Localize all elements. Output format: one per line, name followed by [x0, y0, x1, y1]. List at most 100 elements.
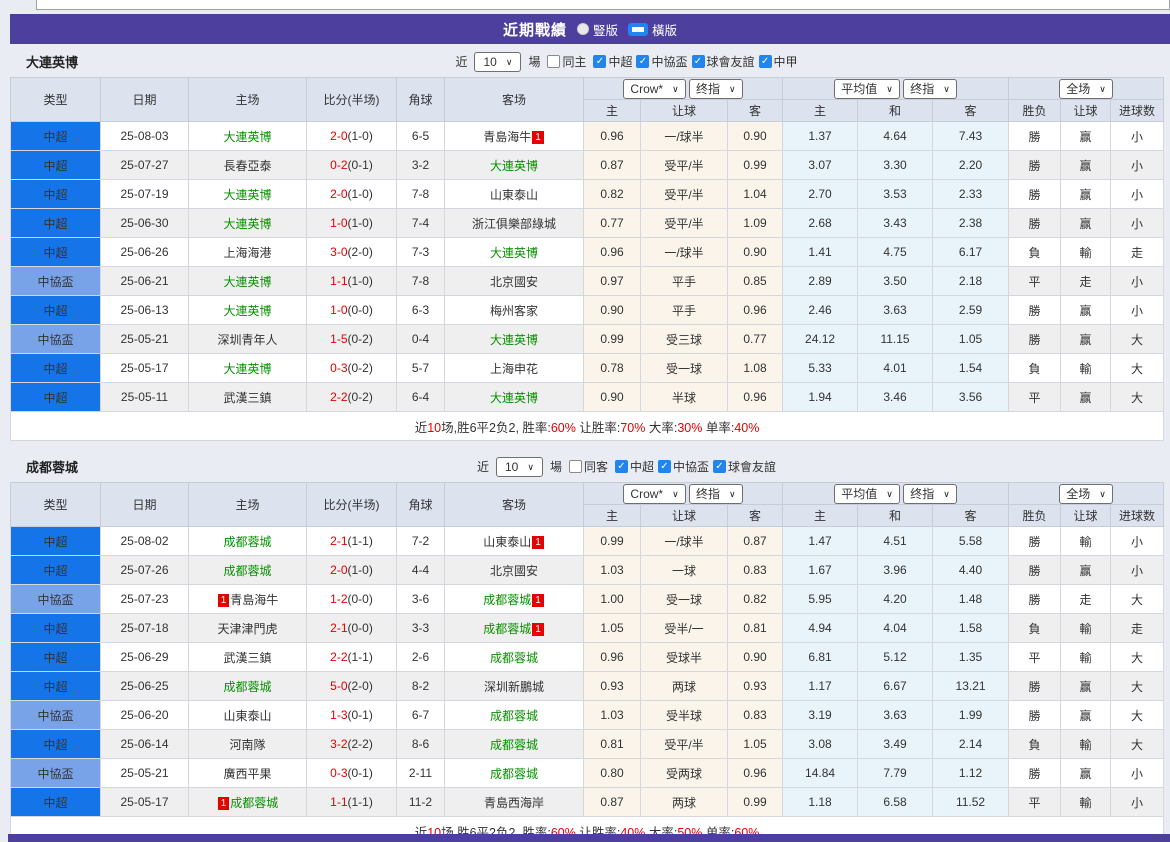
league-cell: 中協盃	[10, 700, 101, 730]
rounds-value: 10	[504, 459, 519, 474]
league-checkbox[interactable]: 中超	[593, 53, 632, 70]
handicap-stage-select[interactable]: 终指 ∨	[689, 483, 743, 504]
europe-stage-select[interactable]: 终指 ∨	[903, 78, 957, 99]
rounds-select[interactable]: 10 ∨	[495, 456, 543, 477]
league-checkbox[interactable]: 中超	[614, 458, 654, 475]
corner-cell: 2-11	[396, 758, 445, 788]
result-goals: 走	[1110, 613, 1165, 643]
score-cell: 3-2(2-2)	[306, 729, 397, 759]
filters: 近 10 ∨ 場 同主 中超 中協盃 球會友誼 中甲	[230, 51, 1023, 72]
col-home: 主场	[188, 482, 307, 527]
league-checkbox[interactable]: 中協盃	[657, 458, 709, 475]
handicap-home-odds: 0.87	[583, 787, 641, 817]
corner-cell: 7-2	[396, 526, 445, 556]
col-handicap-line: 让球	[640, 99, 728, 122]
match-row: 中超 25-06-29 武漢三鎮 2-2(1-1) 2-6 成都蓉城 0.96 …	[10, 642, 1165, 672]
europe-company-select[interactable]: 平均值 ∨	[834, 483, 900, 504]
result-goals: 大	[1110, 700, 1165, 730]
league-cell: 中超	[10, 729, 101, 759]
handicap-home-odds: 0.96	[583, 121, 641, 151]
away-team-cell: 青島海牛 1	[444, 121, 584, 151]
fulltime-score: 5-0	[330, 679, 348, 693]
corner-cell: 7-8	[396, 266, 445, 296]
away-team-cell: 深圳新鵬城	[444, 671, 584, 701]
away-team-cell: 成都蓉城	[444, 729, 584, 759]
result-goals: 大	[1110, 353, 1165, 383]
handicap-stage-select[interactable]: 终指 ∨	[689, 78, 743, 99]
view-option-vertical[interactable]: 豎版	[576, 20, 618, 39]
handicap-home-odds: 1.05	[583, 613, 641, 643]
result-winlose: 勝	[1008, 324, 1062, 354]
halftime-score: (1-1)	[347, 534, 373, 548]
handicap-select-cell: Crow* ∨ 终指 ∨	[582, 482, 784, 505]
handicap-line: 受球半	[640, 642, 728, 672]
halftime-score: (1-0)	[347, 129, 373, 143]
handicap-company-select[interactable]: Crow* ∨	[623, 483, 686, 504]
venue-checkbox[interactable]: 同客	[568, 458, 608, 475]
top-partial-input[interactable]	[36, 0, 1170, 10]
avg-draw-odds: 6.58	[857, 787, 934, 817]
venue-checkbox[interactable]: 同主	[547, 53, 586, 70]
date-cell: 25-05-21	[100, 758, 189, 788]
avg-draw-odds: 3.49	[857, 729, 934, 759]
away-team-cell: 成都蓉城 1	[444, 584, 584, 614]
result-winlose: 負	[1008, 613, 1062, 643]
result-scope-select[interactable]: 全场 ∨	[1059, 483, 1113, 504]
league-checkbox[interactable]: 中甲	[758, 53, 798, 70]
handicap-line: 半球	[640, 382, 728, 412]
handicap-line: 受半/一	[640, 613, 728, 643]
avg-home-odds: 1.37	[782, 121, 859, 151]
handicap-away-odds: 0.77	[726, 324, 784, 354]
result-goals: 小	[1110, 150, 1165, 180]
result-winlose: 平	[1008, 642, 1062, 672]
corner-cell: 6-5	[396, 121, 445, 151]
result-scope-select[interactable]: 全场 ∨	[1059, 78, 1113, 99]
col-europe-home: 主	[782, 99, 859, 122]
result-goals: 走	[1110, 237, 1165, 267]
home-team-cell: 廣西平果	[188, 758, 307, 788]
fulltime-score: 1-3	[330, 708, 348, 722]
avg-away-odds: 11.52	[932, 787, 1010, 817]
home-team-cell: 成都蓉城	[188, 671, 307, 701]
europe-select-cell: 平均值 ∨ 终指 ∨	[782, 482, 1010, 505]
handicap-company-select[interactable]: Crow* ∨	[623, 78, 686, 99]
match-row: 中超 25-06-30 大連英博 1-0(1-0) 7-4 浙江俱樂部綠城 0.…	[10, 208, 1165, 238]
fulltime-score: 2-0	[330, 187, 348, 201]
corner-cell: 6-4	[396, 382, 445, 412]
match-row: 中協盃 25-05-21 深圳青年人 1-5(0-2) 0-4 大連英博 0.9…	[10, 324, 1165, 354]
avg-home-odds: 4.94	[782, 613, 859, 643]
rounds-select[interactable]: 10 ∨	[474, 51, 522, 72]
league-checkbox[interactable]: 中協盃	[636, 53, 688, 70]
date-cell: 25-06-25	[100, 671, 189, 701]
result-winlose: 平	[1008, 382, 1062, 412]
halftime-score: (1-0)	[347, 216, 373, 230]
europe-stage-select[interactable]: 终指 ∨	[903, 483, 957, 504]
result-goals: 小	[1110, 758, 1165, 788]
view-option-horizontal[interactable]: 橫版	[628, 20, 677, 39]
halftime-score: (0-1)	[347, 708, 373, 722]
league-label: 中協盃	[672, 460, 709, 474]
col-result-goals: 进球数	[1110, 504, 1165, 527]
avg-home-odds: 3.07	[782, 150, 859, 180]
fulltime-score: 2-0	[330, 563, 348, 577]
chevron-down-icon: ∨	[672, 488, 679, 499]
record-table: 类型 日期 主场 比分(半场) 角球 客场 Crow* ∨ 终指 ∨ 平均值 ∨ 终指…	[9, 77, 1165, 441]
score-cell: 1-5(0-2)	[306, 324, 397, 354]
chevron-down-icon: ∨	[729, 488, 736, 499]
handicap-away-odds: 0.83	[726, 555, 784, 585]
handicap-home-odds: 0.87	[583, 150, 641, 180]
handicap-stage-value: 终指	[696, 81, 721, 96]
handicap-select-cell: Crow* ∨ 终指 ∨	[582, 77, 784, 100]
chevron-down-icon: ∨	[527, 461, 534, 472]
fulltime-score: 1-2	[330, 592, 348, 606]
date-cell: 25-05-17	[100, 787, 189, 817]
col-type: 类型	[10, 482, 101, 527]
league-checkbox[interactable]: 球會友誼	[713, 458, 776, 475]
result-winlose: 平	[1008, 787, 1062, 817]
handicap-home-odds: 0.97	[583, 266, 641, 296]
match-row: 中協盃 25-06-20 山東泰山 1-3(0-1) 6-7 成都蓉城 1.03…	[10, 700, 1165, 730]
col-score: 比分(半场)	[306, 77, 397, 122]
league-checkbox[interactable]: 球會友誼	[691, 53, 755, 70]
home-team-cell: 大連英博	[188, 208, 307, 238]
europe-company-select[interactable]: 平均值 ∨	[834, 78, 900, 99]
